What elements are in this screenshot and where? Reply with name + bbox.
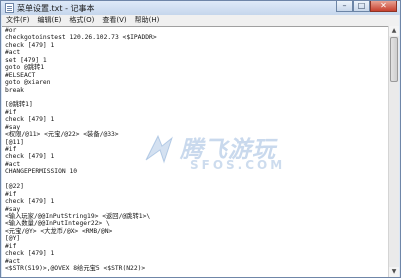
menu-file[interactable]: 文件(F) (2, 15, 34, 26)
scroll-up-arrow-icon[interactable]: ▲ (389, 26, 399, 36)
editor-line[interactable]: <输入数量/@@InPutInteger22> \ (5, 220, 157, 227)
notepad-window: 菜单设置.txt - 记事本 – □ ✕ 文件(F) 编辑(E) 格式(O) 查… (0, 0, 401, 278)
editor-line[interactable]: <元宝/@Y> <大龙币/@X> <RMB/@N> (5, 228, 157, 235)
site-watermark: 腾飞游玩 SFOS.COM (142, 130, 292, 190)
window-title: 菜单设置.txt - 记事本 (17, 4, 95, 13)
menu-bar: 文件(F) 编辑(E) 格式(O) 查看(V) 帮助(H) (2, 15, 399, 26)
editor-line[interactable]: check [479] 1 (5, 250, 157, 257)
watermark-logo-icon (145, 134, 174, 164)
watermark-subtext: SFOS.COM (190, 158, 286, 172)
editor-line[interactable]: #if (5, 243, 157, 250)
editor-line[interactable]: [@Y] (5, 235, 157, 242)
maximize-button[interactable]: □ (353, 1, 370, 12)
close-button[interactable]: ✕ (370, 1, 397, 12)
editor-line[interactable]: check [479] 1 (5, 198, 157, 205)
editor-line[interactable]: #act (5, 49, 157, 56)
menu-view[interactable]: 查看(V) (98, 15, 130, 26)
editor-line[interactable]: break (5, 87, 157, 94)
minimize-button[interactable]: – (336, 1, 353, 12)
editor-content[interactable]: #or checkgotoinstest 120.26.102.73 <$IPAD… (5, 27, 157, 272)
editor-line[interactable]: [@11] (5, 139, 157, 146)
editor-line[interactable]: goto @跳转1 (5, 64, 157, 71)
editor-line[interactable]: #act (5, 258, 157, 265)
editor-line[interactable]: #ELSEACT (5, 72, 157, 79)
notepad-icon (5, 3, 14, 13)
editor-line[interactable]: #if (5, 146, 157, 153)
window-controls: – □ ✕ (336, 1, 397, 13)
editor-line[interactable]: <$STR(S19)>,@OVEX 8给元宝5 <$STR(N22)> (5, 265, 157, 272)
editor-line[interactable]: <权限/@11> <元宝/@22> <装备/@33> (5, 131, 157, 138)
editor-line[interactable]: check [479] 1 (5, 116, 157, 123)
editor-line[interactable]: #say (5, 124, 157, 131)
editor-line[interactable]: [@22] (5, 183, 157, 190)
editor-line[interactable]: [@跳转1] (5, 101, 157, 108)
editor-line[interactable]: #if (5, 191, 157, 198)
title-bar[interactable]: 菜单设置.txt - 记事本 – □ ✕ (1, 1, 400, 15)
editor-line[interactable] (5, 176, 157, 183)
menu-format[interactable]: 格式(O) (65, 15, 98, 26)
editor-line[interactable]: check [479] 1 (5, 153, 157, 160)
menu-edit[interactable]: 编辑(E) (34, 15, 66, 26)
editor-line[interactable]: goto @xiaren (5, 79, 157, 86)
editor-line[interactable]: #if (5, 109, 157, 116)
editor-line[interactable]: checkgotoinstest 120.26.102.73 <$IPADDR> (5, 34, 157, 41)
vertical-scrollbar[interactable]: ▲ ▼ (388, 26, 399, 277)
menu-help[interactable]: 帮助(H) (131, 15, 164, 26)
scroll-down-arrow-icon[interactable]: ▼ (389, 267, 399, 277)
editor-line[interactable]: #act (5, 161, 157, 168)
editor-line[interactable]: check [479] 1 (5, 42, 157, 49)
text-editor[interactable]: #or checkgotoinstest 120.26.102.73 <$IPAD… (2, 26, 389, 277)
editor-line[interactable]: #or (5, 27, 157, 34)
scroll-thumb[interactable] (390, 37, 398, 82)
editor-line[interactable]: CHANGEPERMISSION 10 (5, 168, 157, 175)
editor-line[interactable]: #say (5, 206, 157, 213)
